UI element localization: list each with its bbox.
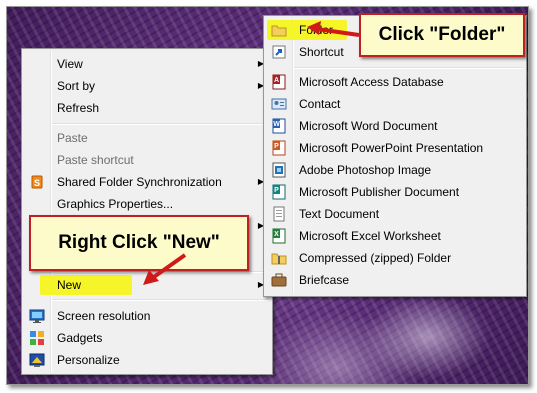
new-pointer-arrow — [143, 253, 187, 285]
desktop-screenshot: View ▶ Sort by ▶ Refresh Paste Paste sho… — [6, 6, 529, 385]
